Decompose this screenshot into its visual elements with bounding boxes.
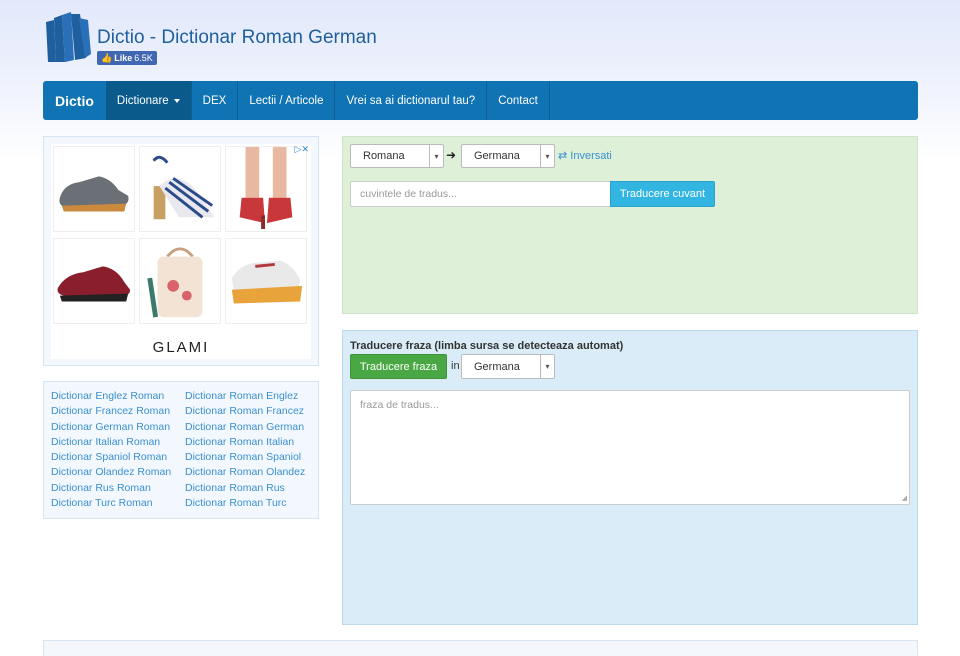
sneaker-image (231, 260, 303, 304)
dictionary-link[interactable]: Dictionar German Roman (51, 421, 185, 433)
word-search-input[interactable]: cuvintele de tradus... (350, 181, 611, 207)
nav-item-label: Lectii / Articole (249, 94, 324, 107)
dictionary-link[interactable]: Dictionar Roman Italian (185, 436, 319, 448)
facebook-like-button[interactable]: 👍 Like 6.5K (97, 51, 157, 65)
sandal-image (152, 155, 215, 220)
source-language-value: Romana (363, 150, 405, 162)
site-title[interactable]: Dictio - Dictionar Roman German (97, 27, 377, 49)
dictionary-link[interactable]: Dictionar Roman Spaniol (185, 451, 319, 463)
ad-product-floral-bag[interactable] (139, 238, 221, 324)
nav-item-contact[interactable]: Contact (487, 81, 550, 120)
nav-item-dictionare[interactable]: Dictionare (105, 81, 192, 120)
phrase-textarea[interactable]: fraza de tradus... ◢ (350, 390, 910, 505)
dictionary-link[interactable]: Dictionar Roman Francez (185, 405, 319, 417)
heel-image (239, 147, 293, 229)
phrase-target-language-value: Germana (474, 360, 520, 373)
phrase-textarea-placeholder: fraza de tradus... (360, 399, 439, 411)
ad-container: GLAMI ▷✕ (43, 136, 319, 366)
chevron-down-icon: ▾ (540, 145, 554, 167)
source-language-select[interactable]: Romana ▾ (350, 144, 444, 168)
chevron-down-icon: ▾ (540, 355, 554, 378)
nav-item-dex[interactable]: DEX (192, 81, 239, 120)
dictionary-link[interactable]: Dictionar Roman Turc (185, 497, 319, 509)
target-language-select[interactable]: Germana ▾ (461, 144, 555, 168)
thumbs-up-icon: 👍 (101, 52, 113, 63)
nav-item-dictionar-propriu[interactable]: Vrei sa ai dictionarul tau? (335, 81, 488, 120)
dictionary-link[interactable]: Dictionar Roman Olandez (185, 466, 319, 478)
dictionary-link[interactable]: Dictionar Olandez Roman (51, 466, 185, 478)
dictionary-links-panel: Dictionar Englez Roman Dictionar Roman En… (43, 381, 319, 519)
in-label: in (451, 360, 460, 372)
ad-product-grey-sneaker[interactable] (53, 146, 135, 232)
nav-item-lectii[interactable]: Lectii / Articole (238, 81, 336, 120)
ad-banner[interactable]: GLAMI ▷✕ (51, 144, 311, 359)
ad-product-grid (53, 146, 309, 326)
dictionary-link[interactable]: Dictionar Roman Rus (185, 482, 319, 494)
translate-phrase-button[interactable]: Traducere fraza (350, 354, 447, 379)
dictionary-link[interactable]: Dictionar Rus Roman (51, 482, 185, 494)
swap-icon: ⇄ (558, 150, 568, 162)
chevron-down-icon: ▾ (429, 145, 443, 167)
like-count: 6.5K (134, 53, 153, 63)
ad-brand-logo[interactable]: GLAMI (51, 339, 311, 356)
sneaker-image (57, 266, 131, 302)
dictionary-link[interactable]: Dictionar Roman Englez (185, 390, 319, 402)
translate-word-button[interactable]: Traducere cuvant (610, 181, 715, 207)
resize-grip-icon[interactable]: ◢ (902, 494, 907, 502)
dictionary-link[interactable]: Dictionar Turc Roman (51, 497, 185, 509)
bottom-panel (43, 640, 918, 656)
book-logo-icon[interactable] (44, 12, 92, 64)
phrase-panel-title: Traducere fraza (limba sursa se detectea… (350, 340, 624, 352)
nav-item-label: Contact (498, 94, 538, 107)
swap-languages-label: Inversati (570, 150, 612, 162)
sneaker-image (59, 176, 129, 212)
bag-image (147, 247, 203, 318)
caret-down-icon (173, 98, 180, 103)
ad-product-red-heel[interactable] (225, 146, 307, 232)
nav-brand[interactable]: Dictio (43, 81, 106, 120)
swap-languages-link[interactable]: ⇄ Inversati (558, 149, 612, 162)
dictionary-link[interactable]: Dictionar Englez Roman (51, 390, 185, 402)
like-label: Like (114, 53, 133, 63)
nav-item-label: Vrei sa ai dictionarul tau? (346, 94, 476, 107)
ad-product-striped-sandal[interactable] (139, 146, 221, 232)
dictionary-link[interactable]: Dictionar Francez Roman (51, 405, 185, 417)
dictionary-link[interactable]: Dictionar Italian Roman (51, 436, 185, 448)
main-navbar: Dictio Dictionare DEX Lectii / Articole … (43, 81, 918, 120)
ad-product-red-sneaker[interactable] (53, 238, 135, 324)
nav-item-label: DEX (202, 94, 227, 107)
dictionary-links-grid: Dictionar Englez Roman Dictionar Roman En… (51, 390, 318, 509)
dictionary-link[interactable]: Dictionar Spaniol Roman (51, 451, 185, 463)
arrow-right-icon: ➜ (446, 148, 457, 162)
nav-item-label: Dictionare (116, 94, 169, 107)
adchoices-icon[interactable]: ▷✕ (295, 144, 309, 155)
phrase-target-language-select[interactable]: Germana ▾ (461, 354, 555, 379)
ad-product-chunky-sneaker[interactable] (225, 238, 307, 324)
dictionary-link[interactable]: Dictionar Roman German (185, 421, 319, 433)
target-language-value: Germana (474, 150, 520, 162)
